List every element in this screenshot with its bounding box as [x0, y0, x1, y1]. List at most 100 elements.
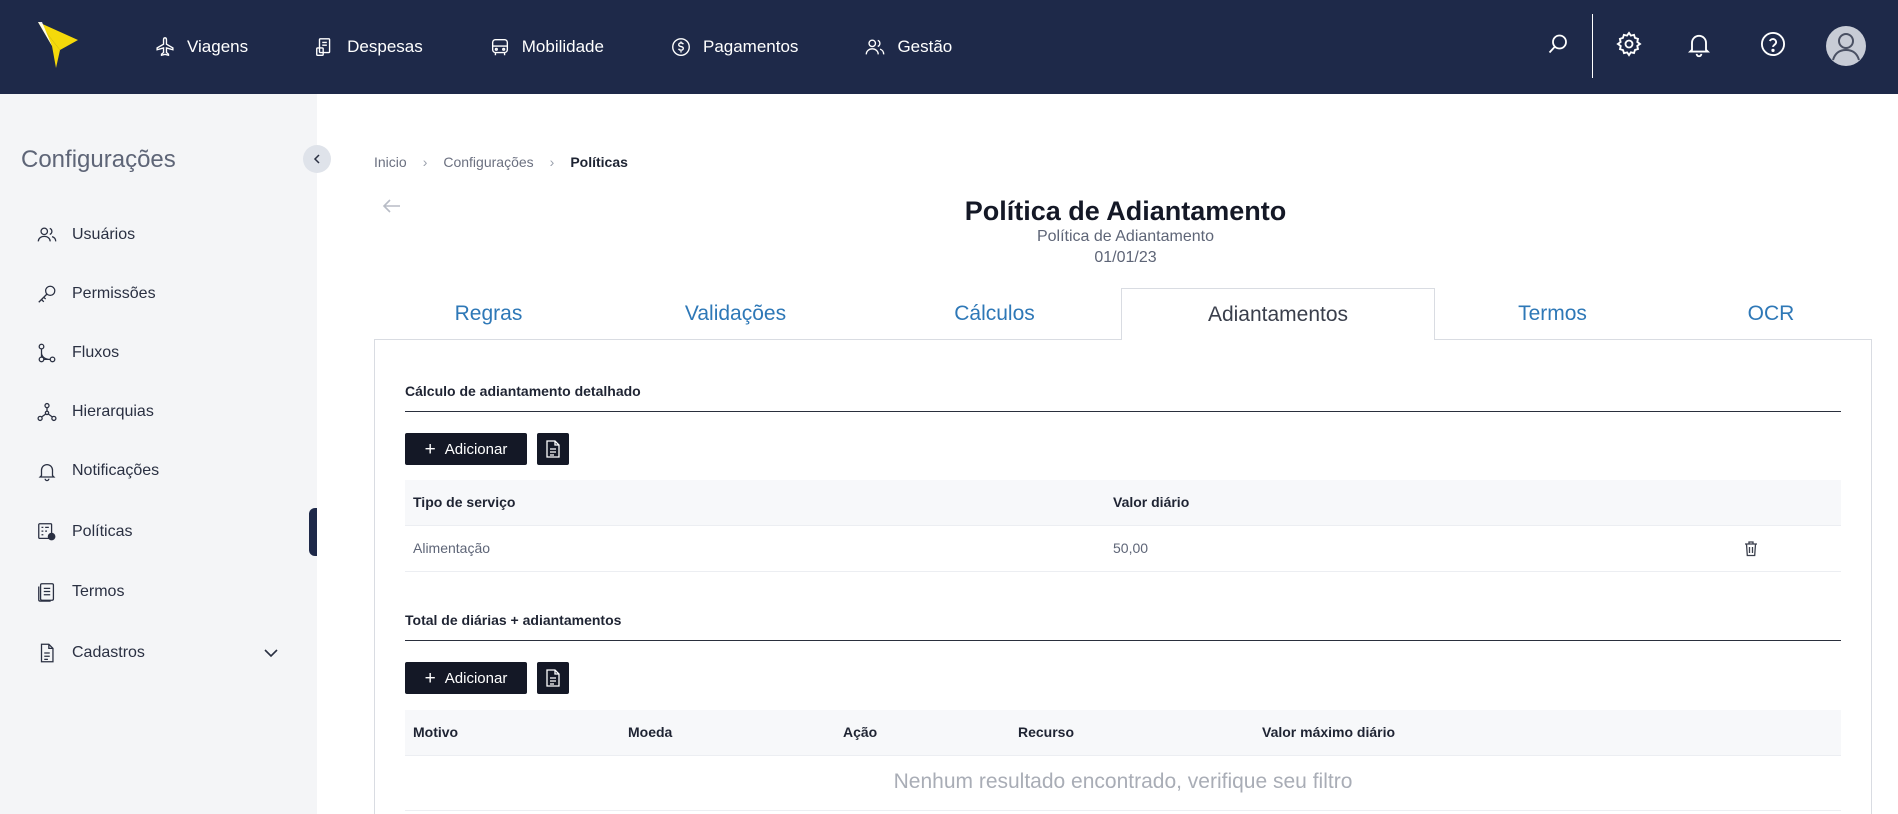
column-header[interactable]: Tipo de serviço: [413, 494, 515, 510]
tabs: Regras Validações Cálculos Adiantamentos…: [374, 288, 1872, 340]
column-header[interactable]: Valor diário: [1113, 494, 1189, 510]
breadcrumb-current: Políticas: [570, 154, 628, 170]
breadcrumb-home[interactable]: Inicio: [374, 154, 407, 170]
page-date: 01/01/23: [1094, 249, 1157, 266]
plus-icon: +: [424, 438, 436, 460]
top-navigation-bar: Viagens Despesas Mobilidade Pagamentos G…: [0, 0, 1898, 94]
hierarchy-icon: [37, 402, 57, 422]
nav-despesas[interactable]: Despesas: [314, 27, 423, 67]
nav-label: Pagamentos: [702, 37, 799, 56]
document-icon: [38, 583, 55, 602]
tab-calculos[interactable]: Cálculos: [868, 288, 1121, 340]
avatar[interactable]: [1826, 26, 1866, 66]
section-divider: [405, 640, 1841, 641]
cell-valor-diario: 50,00: [1113, 540, 1149, 556]
sidebar-collapse-button[interactable]: [303, 145, 331, 173]
search-icon[interactable]: [1544, 30, 1572, 58]
sidebar-item-termos[interactable]: Termos: [36, 577, 281, 607]
sidebar-item-label: Termos: [72, 583, 125, 600]
chevron-down-icon[interactable]: [261, 643, 281, 663]
plus-icon: +: [424, 667, 436, 689]
sidebar-item-label: Hierarquias: [72, 403, 154, 420]
column-header[interactable]: Ação: [843, 724, 877, 740]
tab-adiantamentos[interactable]: Adiantamentos: [1121, 288, 1435, 340]
nav-viagens[interactable]: Viagens: [154, 27, 248, 67]
nav-pagamentos[interactable]: Pagamentos: [670, 27, 798, 67]
gear-icon[interactable]: [1615, 30, 1643, 58]
export-document-button[interactable]: [537, 662, 569, 694]
main-content: Inicio › Configurações › Políticas Polít…: [317, 94, 1898, 814]
user-avatar-icon: [1832, 33, 1860, 61]
sidebar-item-label: Notificações: [72, 462, 160, 479]
table-header: Motivo Moeda Ação Recurso Valor máximo d…: [405, 710, 1841, 756]
car-icon: [491, 38, 508, 56]
bell-icon: [38, 464, 56, 482]
sidebar-item-notificacoes[interactable]: Notificações: [36, 456, 281, 486]
nav-label: Viagens: [187, 37, 249, 56]
breadcrumb: Inicio › Configurações › Políticas: [374, 154, 628, 170]
flow-icon: [38, 343, 56, 363]
tab-validacoes[interactable]: Validações: [603, 288, 868, 340]
nav-label: Gestão: [897, 37, 953, 56]
register-icon: [40, 643, 54, 663]
sidebar-item-hierarquias[interactable]: Hierarquias: [36, 397, 281, 427]
nav-mobilidade[interactable]: Mobilidade: [489, 27, 604, 67]
plane-icon: [156, 37, 174, 57]
export-document-button[interactable]: [537, 433, 569, 465]
sidebar-item-label: Cadastros: [72, 644, 145, 661]
logo-icon[interactable]: [36, 20, 80, 70]
sidebar-item-label: Políticas: [72, 523, 133, 540]
section-title: Total de diárias + adiantamentos: [405, 612, 622, 628]
table-header: Tipo de serviço Valor diário: [405, 480, 1841, 526]
breadcrumb-separator-icon: ›: [422, 154, 428, 170]
sidebar-item-permissoes[interactable]: Permissões: [36, 279, 281, 309]
sidebar-item-politicas[interactable]: Políticas: [36, 517, 281, 547]
sidebar-title: Configurações: [21, 146, 176, 173]
breadcrumb-configuracoes[interactable]: Configurações: [443, 154, 533, 170]
column-header[interactable]: Moeda: [628, 724, 672, 740]
tab-termos[interactable]: Termos: [1435, 288, 1670, 340]
sidebar-item-label: Usuários: [72, 226, 136, 243]
bell-icon[interactable]: [1685, 30, 1713, 58]
breadcrumb-separator-icon: ›: [549, 154, 555, 170]
add-button[interactable]: + Adicionar: [405, 662, 527, 694]
empty-state-message: Nenhum resultado encontrado, verifique s…: [405, 756, 1841, 811]
main-nav: Viagens Despesas Mobilidade Pagamentos G…: [150, 0, 952, 94]
section-title: Cálculo de adiantamento detalhado: [405, 383, 641, 399]
column-header[interactable]: Motivo: [413, 724, 458, 740]
sidebar-item-fluxos[interactable]: Fluxos: [36, 338, 281, 368]
help-icon[interactable]: [1759, 30, 1787, 58]
nav-label: Despesas: [347, 37, 423, 56]
table-row[interactable]: Alimentação 50,00: [405, 526, 1841, 572]
section-divider: [405, 411, 1841, 412]
tab-regras[interactable]: Regras: [374, 288, 603, 340]
nav-gestao[interactable]: Gestão: [864, 27, 952, 67]
users-icon: [37, 227, 57, 242]
tab-ocr[interactable]: OCR: [1670, 288, 1872, 340]
add-button[interactable]: + Adicionar: [405, 433, 527, 465]
sidebar-item-usuarios[interactable]: Usuários: [36, 220, 281, 250]
sidebar-active-indicator: [309, 508, 317, 556]
document-icon: [546, 669, 560, 687]
add-button-label: Adicionar: [444, 440, 508, 458]
header-divider: [1592, 14, 1593, 78]
page-title: Política de Adiantamento: [964, 196, 1287, 226]
page-subtitle: Política de Adiantamento: [1036, 228, 1214, 245]
receipt-icon: [316, 38, 331, 56]
add-button-label: Adicionar: [444, 669, 508, 687]
dollar-icon: [672, 38, 690, 56]
column-header[interactable]: Valor máximo diário: [1262, 724, 1395, 740]
tab-panel-adiantamentos: Cálculo de adiantamento detalhado + Adic…: [374, 339, 1872, 814]
sidebar-item-cadastros[interactable]: Cadastros: [36, 638, 281, 668]
column-header[interactable]: Recurso: [1018, 724, 1074, 740]
sidebar-item-label: Permissões: [72, 285, 156, 302]
trash-icon[interactable]: [1743, 540, 1759, 557]
document-icon: [546, 440, 560, 458]
nav-label: Mobilidade: [521, 37, 604, 56]
key-icon: [38, 285, 56, 303]
users-icon: [866, 39, 885, 55]
chevron-left-icon: [313, 154, 320, 164]
policy-icon: [38, 523, 56, 541]
cell-tipo-servico: Alimentação: [413, 540, 491, 556]
sidebar: Configurações Usuários Permissões Fluxos…: [0, 94, 317, 814]
